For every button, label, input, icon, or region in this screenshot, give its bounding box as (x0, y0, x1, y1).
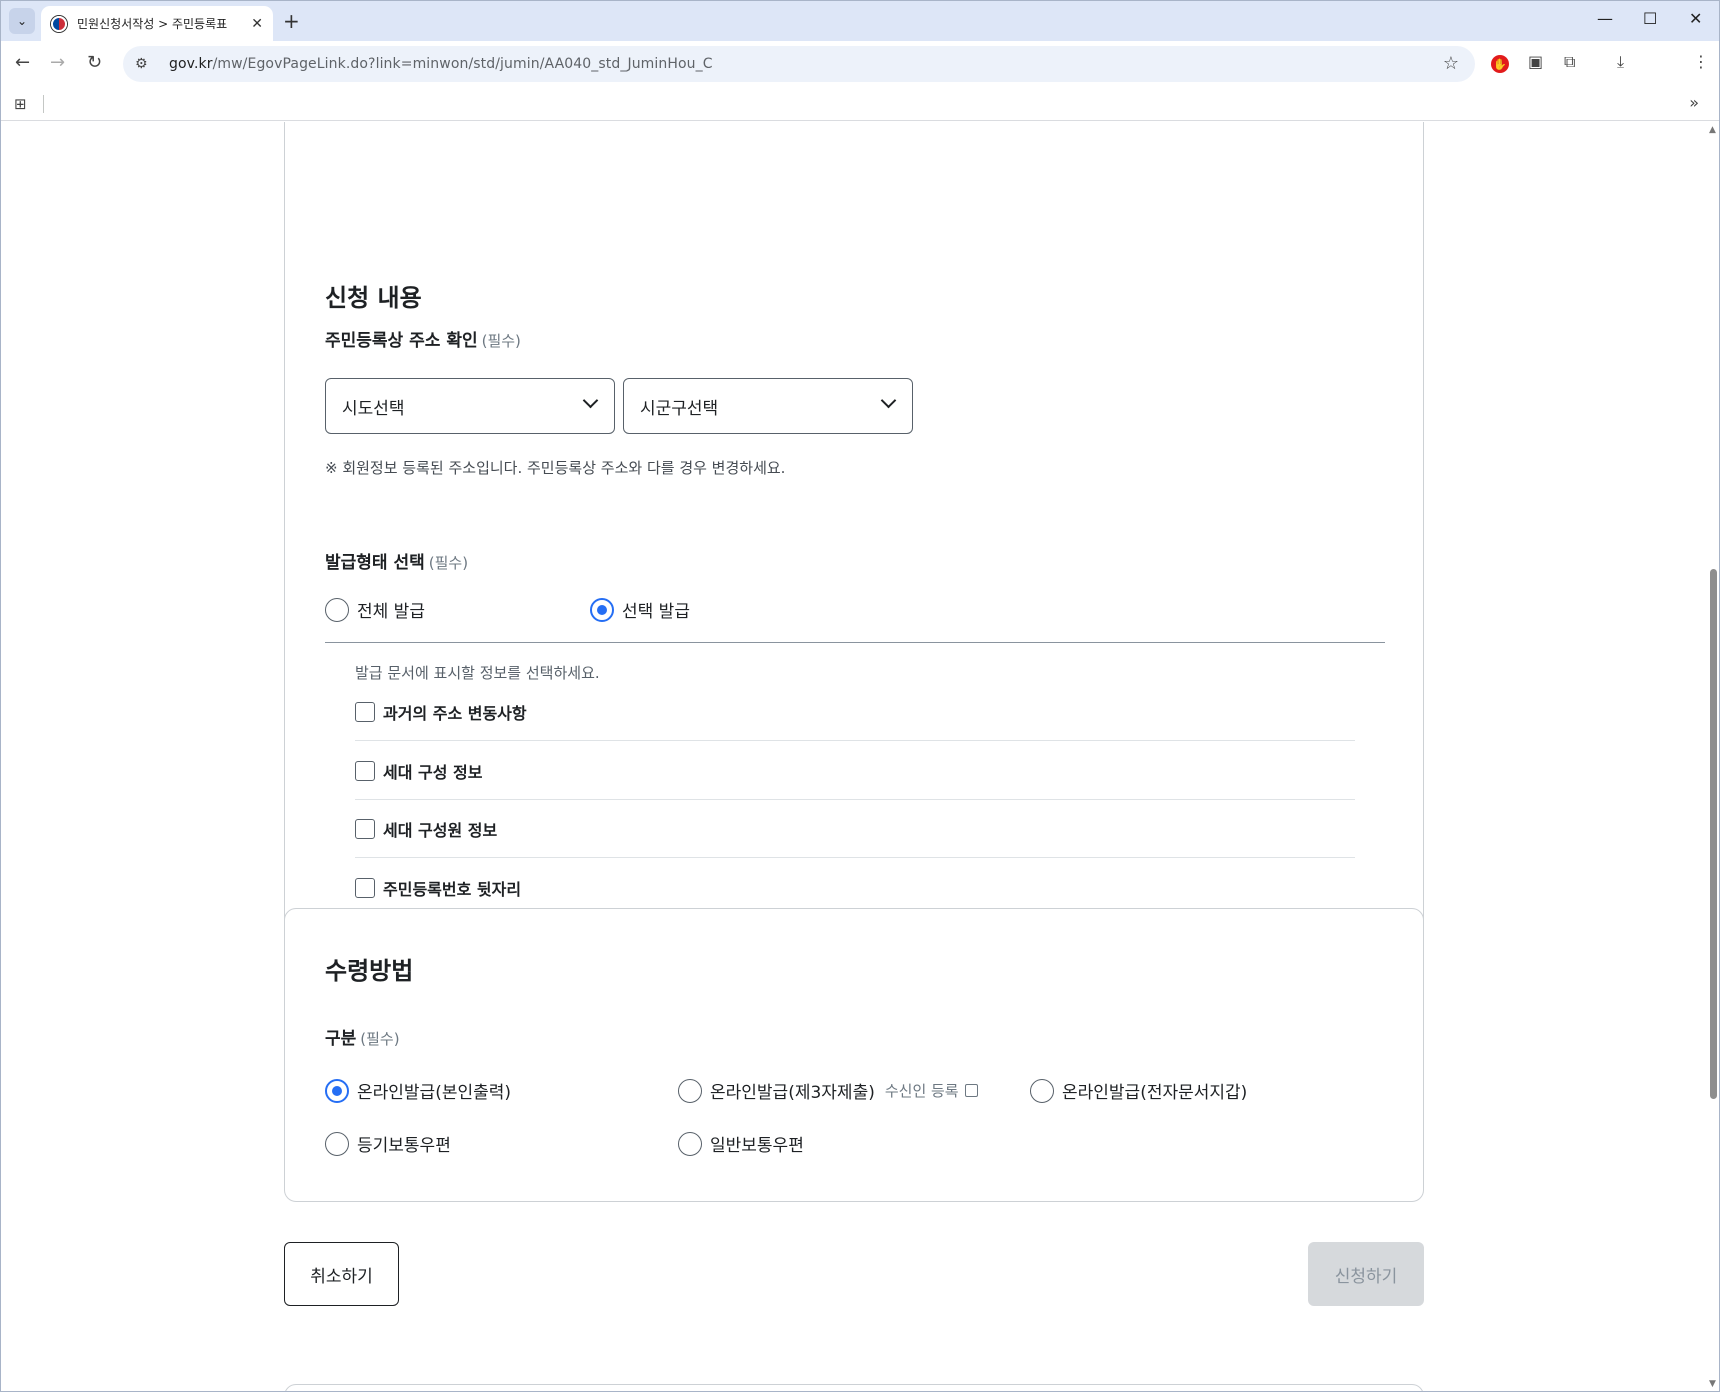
address-field-label: 주민등록상 주소 확인 (필수) (325, 331, 521, 351)
tab-search-icon[interactable]: ⌄ (9, 8, 35, 34)
reload-icon[interactable]: ↻ (87, 52, 102, 73)
checkbox[interactable] (355, 701, 375, 722)
checkbox-row-household-members[interactable]: 세대 구성원 정보 (355, 800, 1355, 858)
checkbox-row-past-address[interactable]: 과거의 주소 변동사항 (355, 683, 1355, 741)
taegeuk-favicon-icon (51, 15, 67, 32)
required-tag: (필수) (481, 332, 521, 350)
required-tag: (필수) (360, 1030, 400, 1048)
scroll-thumb[interactable] (1710, 569, 1717, 1099)
receipt-type-label: 구분 (필수) (325, 1029, 400, 1049)
bookmarks-overflow-icon[interactable]: » (1689, 93, 1699, 112)
address-bar[interactable]: ⚙ gov.kr/mw/EgovPageLink.do?link=minwon/… (123, 46, 1475, 82)
checkbox-row-household-info[interactable]: 세대 구성 정보 (355, 742, 1355, 800)
radio-selected-icon[interactable] (590, 597, 614, 622)
external-link-icon (964, 1084, 978, 1097)
radio-registered-mail[interactable]: 등기보통우편 (325, 1131, 451, 1156)
checkbox[interactable] (355, 818, 375, 839)
recipient-register-link[interactable]: 수신인 등록 (885, 1080, 978, 1101)
cast-extension-icon[interactable]: ▣ (1528, 52, 1543, 71)
bookmark-star-icon[interactable]: ☆ (1443, 53, 1459, 74)
site-info-icon[interactable]: ⚙ (135, 56, 153, 72)
minimize-icon[interactable]: — (1597, 9, 1613, 28)
chevron-down-icon (582, 392, 599, 409)
apps-grid-icon[interactable]: ⊞ (14, 95, 27, 113)
radio-regular-mail[interactable]: 일반보통우편 (678, 1131, 804, 1156)
radio-selective-issue[interactable]: 선택 발급 (590, 597, 690, 622)
sigungu-select[interactable]: 시군구선택 (623, 378, 913, 434)
radio-online-third-party[interactable]: 온라인발급(제3자제출) 수신인 등록 (678, 1078, 978, 1103)
page-viewport: 신청 내용 주민등록상 주소 확인 (필수) 시도선택 시군구선택 ※ 회원정보 … (1, 122, 1705, 1391)
url-text[interactable]: gov.kr/mw/EgovPageLink.do?link=minwon/st… (169, 56, 713, 72)
page-scrollbar[interactable]: ▲ ▼ (1705, 122, 1719, 1391)
issue-type-divider (325, 642, 1385, 643)
application-content-card: 신청 내용 주민등록상 주소 확인 (필수) 시도선택 시군구선택 ※ 회원정보 … (284, 122, 1424, 989)
radio-online-e-wallet[interactable]: 온라인발급(전자문서지갑) (1030, 1078, 1247, 1103)
back-icon[interactable]: ← (15, 52, 30, 73)
tab-close-icon[interactable]: ✕ (251, 16, 263, 32)
radio-online-self-print[interactable]: 온라인발급(본인출력) (325, 1078, 511, 1103)
checkbox[interactable] (355, 877, 375, 898)
bookmarks-separator (43, 95, 44, 113)
checkbox[interactable] (355, 760, 375, 781)
adblock-extension-icon[interactable]: ✋ (1491, 55, 1509, 73)
bookmarks-bar: ⊞ » (1, 87, 1719, 121)
scroll-down-arrow-icon[interactable]: ▼ (1709, 1379, 1716, 1389)
close-window-icon[interactable]: ✕ (1689, 9, 1702, 28)
address-note: ※ 회원정보 등록된 주소입니다. 주민등록상 주소와 다를 경우 변경하세요. (325, 459, 786, 477)
radio-selected-icon[interactable] (325, 1078, 349, 1103)
radio-icon[interactable] (1030, 1078, 1054, 1103)
new-tab-icon[interactable]: + (283, 9, 300, 33)
radio-icon[interactable] (325, 597, 349, 622)
next-section-card (284, 1384, 1424, 1391)
sido-select[interactable]: 시도선택 (325, 378, 615, 434)
radio-full-issue[interactable]: 전체 발급 (325, 597, 425, 622)
section-title-receipt: 수령방법 (325, 957, 414, 985)
receipt-method-card: 수령방법 구분 (필수) 온라인발급(본인출력) 온라인발급(제3자제출) 수신인… (284, 908, 1424, 1202)
radio-icon[interactable] (678, 1131, 702, 1156)
browser-toolbar: ← → ↻ ⚙ gov.kr/mw/EgovPageLink.do?link=m… (1, 41, 1719, 87)
maximize-icon[interactable]: ☐ (1643, 9, 1657, 28)
radio-icon[interactable] (678, 1078, 702, 1103)
issue-info-hint: 발급 문서에 표시할 정보를 선택하세요. (355, 664, 600, 682)
tab-bar: ⌄ 민원신청서작성 > 주민등록표 ✕ + — ☐ ✕ (1, 1, 1719, 41)
required-tag: (필수) (428, 554, 469, 572)
menu-kebab-icon[interactable]: ⋮ (1693, 52, 1709, 71)
submit-button[interactable]: 신청하기 (1308, 1242, 1424, 1306)
issue-type-label: 발급형태 선택 (필수) (325, 553, 469, 573)
extensions-puzzle-icon[interactable]: ⧉ (1564, 52, 1575, 72)
browser-window: ⌄ 민원신청서작성 > 주민등록표 ✕ + — ☐ ✕ ← → ↻ ⚙ gov.… (0, 0, 1720, 1392)
forward-icon[interactable]: → (50, 52, 65, 73)
cancel-button[interactable]: 취소하기 (284, 1242, 399, 1306)
chevron-down-icon (880, 392, 897, 409)
download-icon[interactable]: ⤓ (1617, 52, 1624, 72)
tab-title: 민원신청서작성 > 주민등록표 (77, 17, 228, 31)
section-title-application: 신청 내용 (325, 284, 422, 312)
radio-icon[interactable] (325, 1131, 349, 1156)
scroll-up-arrow-icon[interactable]: ▲ (1709, 125, 1716, 135)
active-tab[interactable]: 민원신청서작성 > 주민등록표 ✕ (41, 6, 273, 41)
